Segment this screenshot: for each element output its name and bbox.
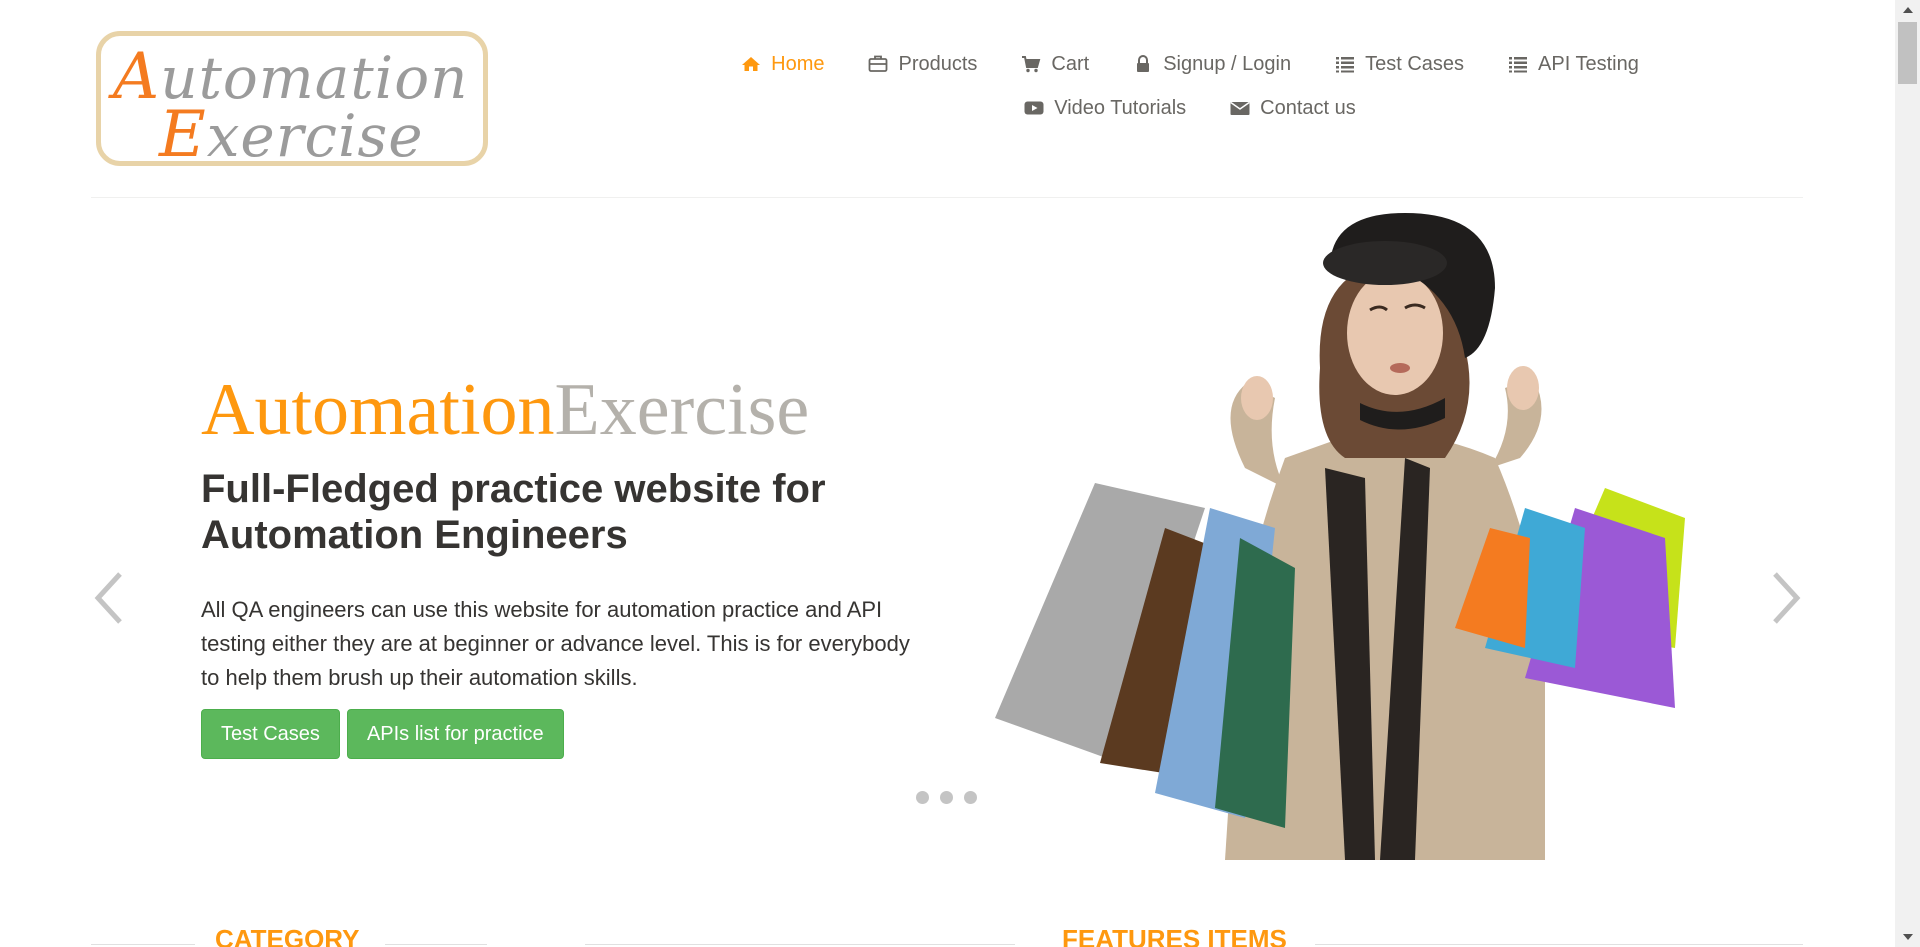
nav-products-label: Products xyxy=(898,52,978,75)
nav-contact-us[interactable]: Contact us xyxy=(1230,97,1356,120)
slider-next-arrow[interactable] xyxy=(1765,568,1805,628)
slider-indicators xyxy=(916,791,977,804)
slider-dot-3[interactable] xyxy=(964,791,977,804)
features-items-title: FEATURES ITEMS xyxy=(1062,924,1287,947)
slider-prev-arrow[interactable] xyxy=(90,568,130,628)
slider-brand-title: AutomationExercise xyxy=(201,369,810,451)
features-line-right xyxy=(1315,944,1803,945)
nav-test-cases[interactable]: Test Cases xyxy=(1335,53,1464,76)
list-icon xyxy=(1336,57,1355,73)
list-icon xyxy=(1509,57,1528,73)
site-logo[interactable]: Automation Exercise xyxy=(96,31,488,172)
category-line-right xyxy=(385,944,487,945)
scroll-thumb[interactable] xyxy=(1898,22,1917,84)
slider-description: All QA engineers can use this website fo… xyxy=(201,597,910,690)
apis-list-button[interactable]: APIs list for practice xyxy=(346,709,564,759)
category-line-left xyxy=(91,944,195,945)
header-divider xyxy=(91,197,1803,198)
hero-shopping-girl-image xyxy=(995,213,1685,860)
nav-contact-us-label: Contact us xyxy=(1260,96,1356,119)
features-line-left xyxy=(585,944,1015,945)
nav-api-testing-label: API Testing xyxy=(1538,52,1639,75)
test-cases-button[interactable]: Test Cases xyxy=(201,709,340,759)
nav-api-testing[interactable]: API Testing xyxy=(1508,53,1639,76)
home-icon xyxy=(742,57,761,71)
nav-products[interactable]: Products xyxy=(868,53,977,76)
triangle-up-icon xyxy=(1902,7,1913,13)
briefcase-icon xyxy=(869,55,888,72)
lock-icon xyxy=(1137,55,1150,72)
nav-signup-login[interactable]: Signup / Login xyxy=(1133,53,1291,76)
triangle-down-icon xyxy=(1902,934,1913,940)
chevron-left-icon xyxy=(94,572,122,624)
youtube-play-icon xyxy=(1024,101,1044,115)
slider-dot-1[interactable] xyxy=(916,791,929,804)
logo-line-2: Exercise xyxy=(159,98,424,172)
nav-cart[interactable]: Cart xyxy=(1021,53,1089,76)
nav-cart-label: Cart xyxy=(1051,52,1090,75)
slider-dot-2[interactable] xyxy=(940,791,953,804)
nav-row-2: Video Tutorials Contact us xyxy=(690,86,1690,130)
nav-test-cases-label: Test Cases xyxy=(1365,52,1465,75)
scroll-down-arrow[interactable] xyxy=(1895,927,1920,947)
vertical-scrollbar[interactable] xyxy=(1895,0,1920,947)
nav-video-tutorials[interactable]: Video Tutorials xyxy=(1024,97,1186,120)
nav-home[interactable]: Home xyxy=(741,53,824,76)
scroll-up-arrow[interactable] xyxy=(1895,0,1920,20)
chevron-right-icon xyxy=(1773,572,1801,624)
slider-headline: Full-Fledged practice website for Automa… xyxy=(201,467,826,557)
cart-icon xyxy=(1022,56,1041,73)
nav-home-label: Home xyxy=(771,52,825,75)
nav-signup-login-label: Signup / Login xyxy=(1163,52,1292,75)
main-nav: Home Products Cart Signup / Login Test C… xyxy=(690,42,1690,130)
page: Automation Exercise Home Products Cart S… xyxy=(0,0,1920,947)
envelope-icon xyxy=(1230,101,1250,115)
category-title: CATEGORY xyxy=(215,924,360,947)
nav-video-tutorials-label: Video Tutorials xyxy=(1054,96,1187,119)
nav-row-1: Home Products Cart Signup / Login Test C… xyxy=(690,42,1690,86)
slider-buttons: Test Cases APIs list for practice xyxy=(201,709,564,759)
